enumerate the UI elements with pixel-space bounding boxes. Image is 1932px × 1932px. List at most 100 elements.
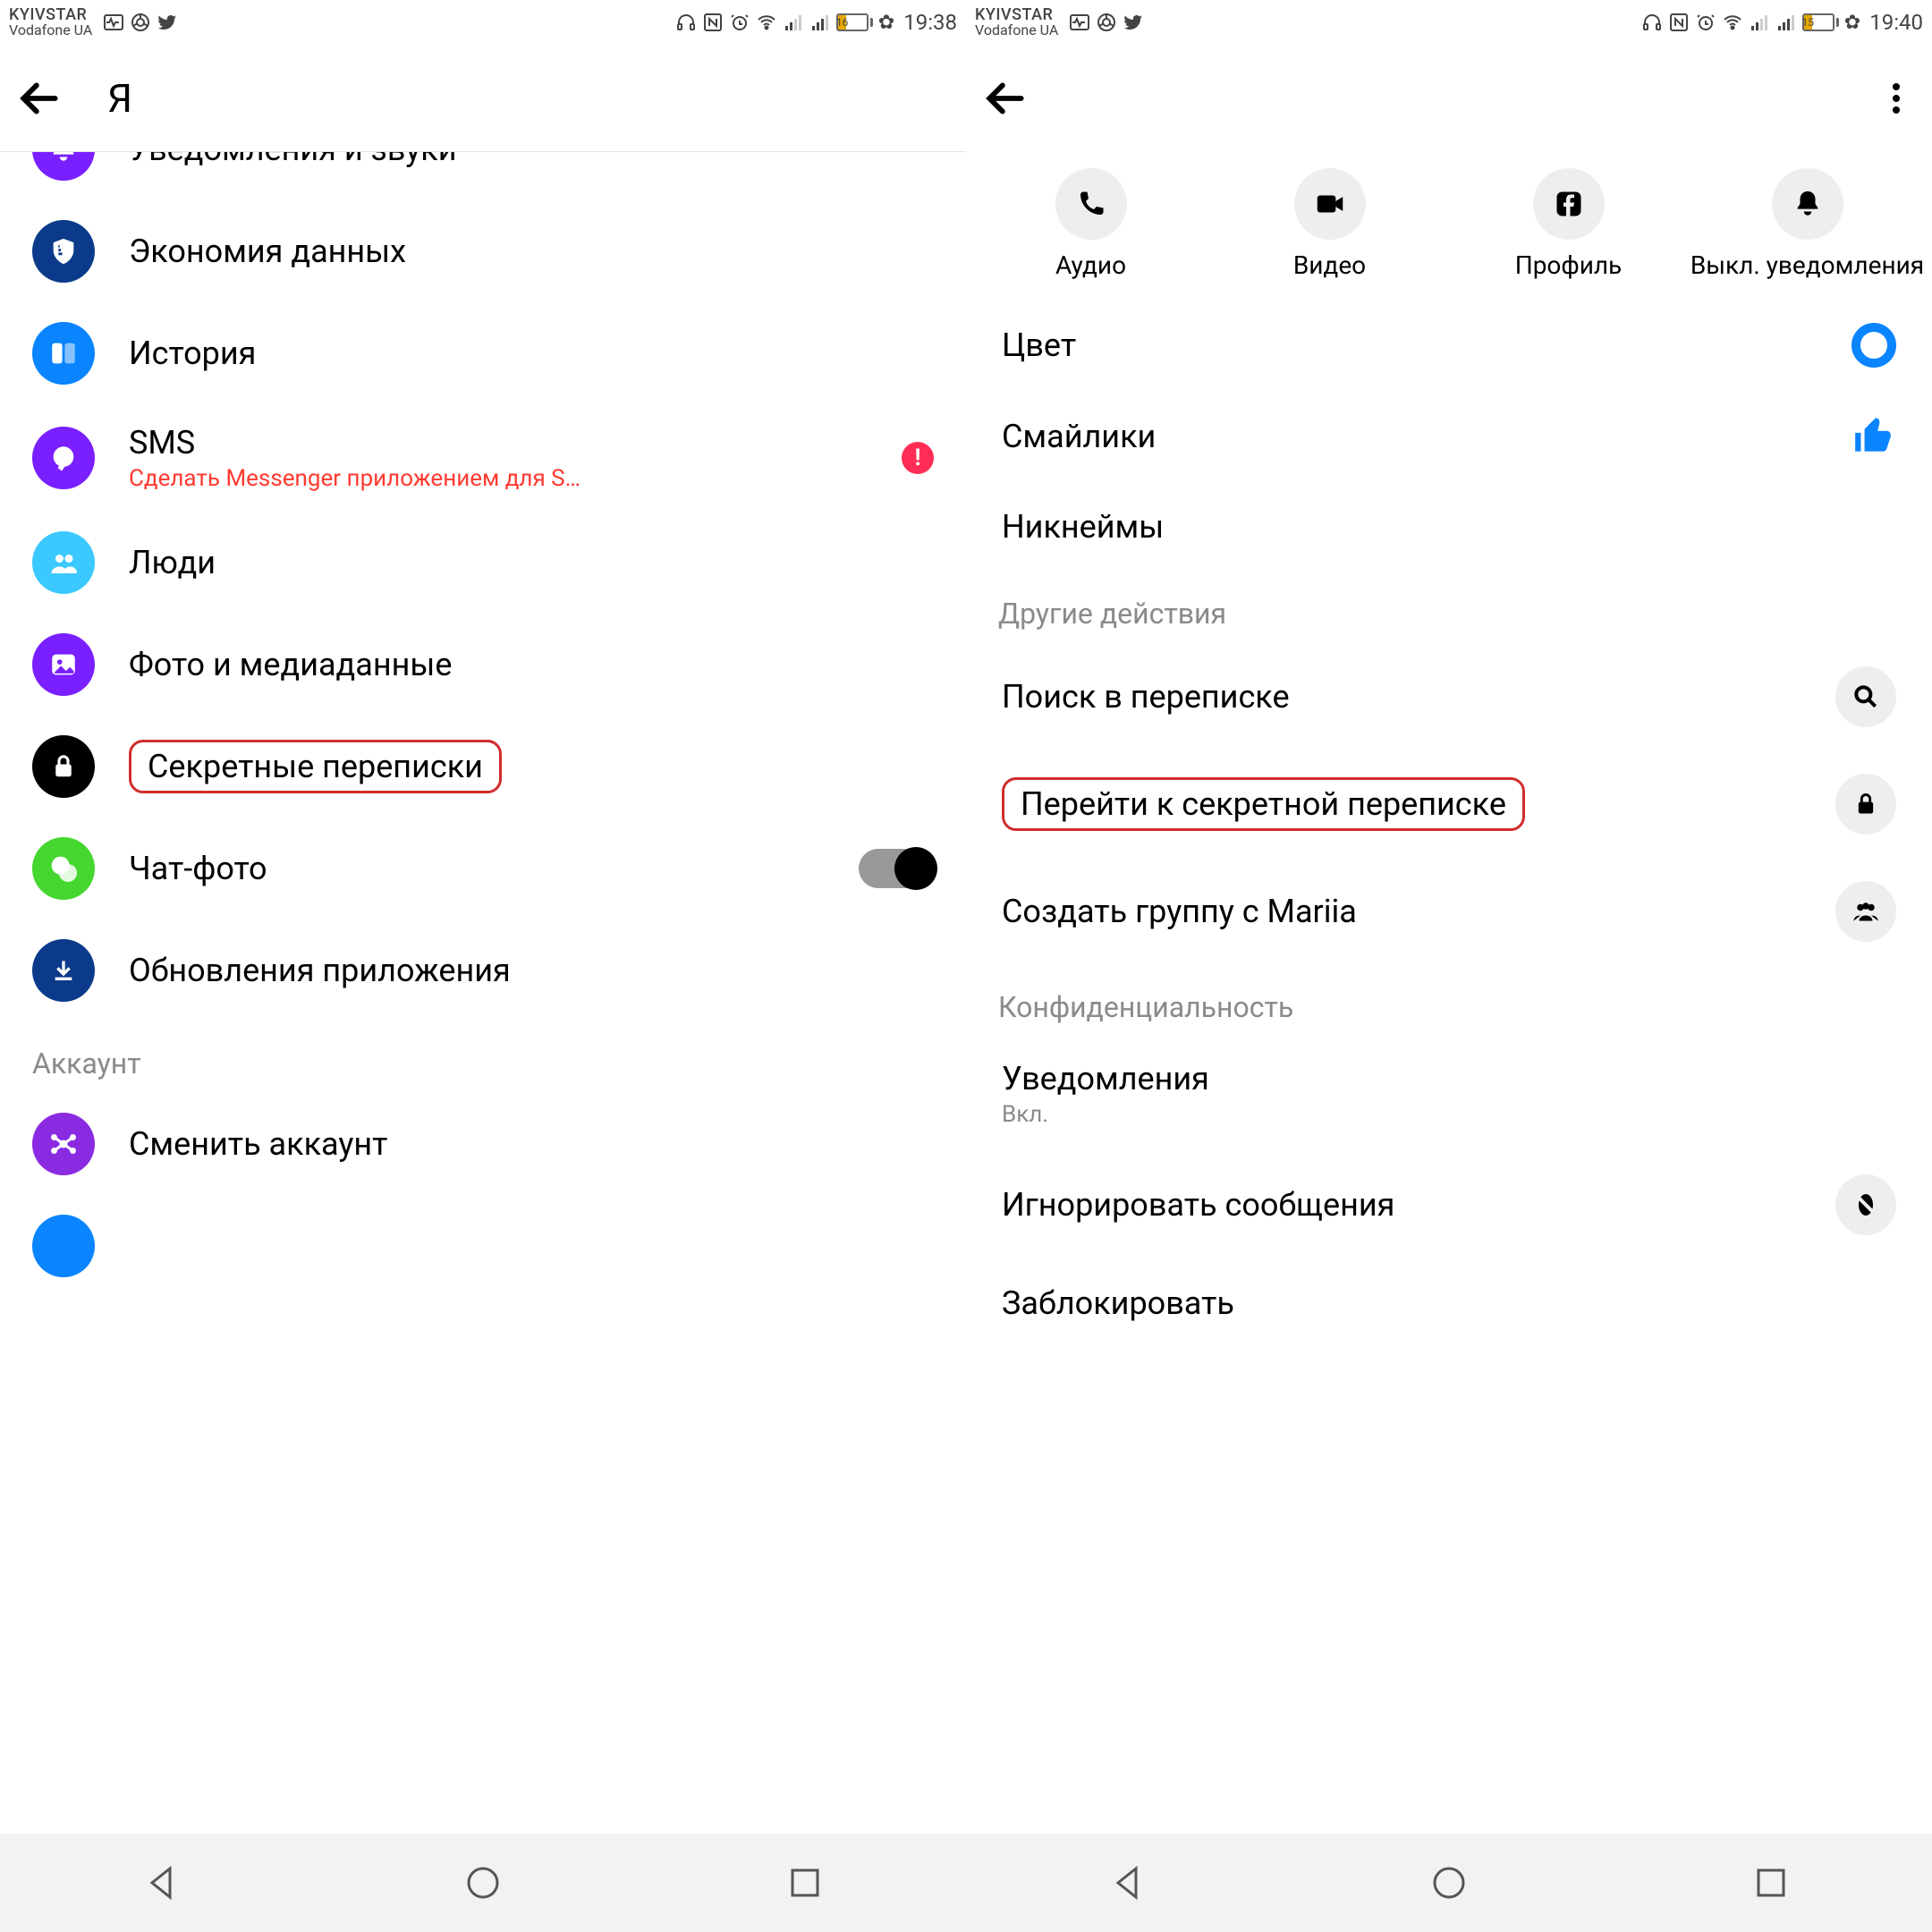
sys-back[interactable] (1106, 1861, 1148, 1904)
row-secret-conversations[interactable]: Секретные переписки (0, 716, 966, 818)
chat-icon (32, 427, 95, 489)
bell-icon (32, 152, 95, 181)
screen-settings: KYIVSTAR Vodafone UA 16 ✿ 19:38 Я Уведом… (0, 0, 966, 1834)
chrome-icon (130, 12, 151, 33)
back-button[interactable] (18, 76, 63, 121)
facebook-icon (1533, 168, 1605, 240)
shield-icon (32, 220, 95, 283)
section-account: Аккаунт (0, 1021, 966, 1093)
row-block[interactable]: Заблокировать (966, 1258, 1932, 1348)
row-search[interactable]: Поиск в переписке (966, 643, 1932, 750)
row-sms[interactable]: SMSСделать Messenger приложением для S… … (0, 404, 966, 512)
alarm-icon (729, 12, 750, 33)
row-create-group[interactable]: Создать группу с Mariia (966, 858, 1932, 965)
lock-icon (32, 735, 95, 798)
row-notifications[interactable]: Уведомления Вкл. (966, 1037, 1932, 1151)
headphones-icon (1641, 12, 1663, 33)
action-video[interactable]: Видео (1210, 168, 1449, 280)
switch-icon (32, 1113, 95, 1175)
battery-icon: 15 (1802, 13, 1839, 31)
nfc-icon (1668, 12, 1690, 33)
app-nav: Я (0, 45, 966, 152)
sys-back[interactable] (140, 1861, 182, 1904)
action-row: Аудио Видео Профиль Выкл. уведомления (966, 152, 1932, 300)
row-ignore[interactable]: Игнорировать сообщения (966, 1151, 1932, 1258)
alert-badge: ! (902, 442, 934, 474)
search-icon (1835, 666, 1896, 727)
people-icon (32, 531, 95, 594)
settings-list[interactable]: Уведомления и звуки Экономия данных Исто… (0, 152, 966, 1834)
sys-home[interactable] (1428, 1861, 1470, 1904)
alarm-icon (1695, 12, 1716, 33)
action-profile[interactable]: Профиль (1449, 168, 1688, 280)
color-indicator (1852, 323, 1896, 368)
group-icon (1835, 881, 1896, 942)
sys-recent[interactable] (784, 1861, 826, 1904)
row-chat-photo[interactable]: Чат-фото (0, 818, 966, 919)
row-photos-media[interactable]: Фото и медиаданные (0, 614, 966, 716)
row-emoji[interactable]: Смайлики (966, 391, 1932, 482)
block-icon (1835, 1174, 1896, 1235)
image-icon (32, 633, 95, 696)
action-mute[interactable]: Выкл. уведомления (1688, 168, 1927, 280)
chat-photo-toggle[interactable] (859, 849, 934, 888)
row-secret-conversation[interactable]: Перейти к секретной переписке (966, 750, 1932, 858)
back-button[interactable] (984, 76, 1029, 121)
battery-icon: 16 (836, 13, 873, 31)
chat-nav (966, 45, 1932, 152)
row-partial-bottom[interactable] (0, 1195, 966, 1297)
signal-1-icon (783, 12, 804, 33)
row-data-saver[interactable]: Экономия данных (0, 200, 966, 302)
status-bar: KYIVSTAR Vodafone UA 16 ✿ 19:38 (0, 0, 966, 45)
row-color[interactable]: Цвет (966, 300, 1932, 391)
row-sms-subtitle: Сделать Messenger приложением для S… (129, 465, 902, 492)
leaf-icon: ✿ (878, 12, 894, 34)
screen-chat-details: KYIVSTAR Vodafone UA 15 ✿ 19:40 Ауд (966, 0, 1932, 1834)
leaf-icon: ✿ (1844, 12, 1860, 34)
sys-recent[interactable] (1750, 1861, 1792, 1904)
page-title: Я (107, 75, 132, 122)
lock-icon (1835, 774, 1896, 835)
chat-details[interactable]: Аудио Видео Профиль Выкл. уведомления Цв… (966, 152, 1932, 1834)
video-icon (1294, 168, 1366, 240)
section-other-actions: Другие действия (966, 572, 1932, 643)
twitter-icon (1123, 12, 1144, 33)
carrier-2-right: Vodafone UA (975, 23, 1058, 38)
section-privacy: Конфиденциальность (966, 965, 1932, 1037)
secret-highlight-right: Перейти к секретной переписке (1002, 777, 1525, 831)
headphones-icon (675, 12, 697, 33)
activity-icon (1069, 12, 1090, 33)
wifi-icon (1722, 12, 1743, 33)
row-nicknames[interactable]: Никнеймы (966, 482, 1932, 572)
nfc-icon (702, 12, 724, 33)
clock: 19:38 (903, 10, 957, 35)
row-app-updates[interactable]: Обновления приложения (0, 919, 966, 1021)
more-button[interactable] (1878, 80, 1914, 116)
row-people[interactable]: Люди (0, 512, 966, 614)
sys-home[interactable] (462, 1861, 504, 1904)
status-bar-right: KYIVSTAR Vodafone UA 15 ✿ 19:40 (966, 0, 1932, 45)
double-icon (32, 837, 95, 900)
phone-icon (1055, 168, 1127, 240)
chrome-icon (1096, 12, 1117, 33)
system-nav (0, 1834, 1932, 1932)
wifi-icon (756, 12, 777, 33)
row-history[interactable]: История (0, 302, 966, 404)
bell-icon (1772, 168, 1843, 240)
row-switch-account[interactable]: Сменить аккаунт (0, 1093, 966, 1195)
signal-2-icon (809, 12, 831, 33)
secret-highlight: Секретные переписки (129, 740, 502, 793)
clock-right: 19:40 (1869, 10, 1923, 35)
row-notifications-sounds[interactable]: Уведомления и звуки (0, 152, 966, 200)
signal-2-icon (1775, 12, 1797, 33)
activity-icon (103, 12, 124, 33)
notifications-status: Вкл. (1002, 1101, 1896, 1128)
twitter-icon (157, 12, 178, 33)
thumbs-up-icon (1852, 414, 1896, 459)
signal-1-icon (1749, 12, 1770, 33)
carrier-2: Vodafone UA (9, 23, 92, 38)
download-icon (32, 939, 95, 1002)
partial-icon (32, 1215, 95, 1277)
pane-icon (32, 322, 95, 385)
action-audio[interactable]: Аудио (971, 168, 1210, 280)
